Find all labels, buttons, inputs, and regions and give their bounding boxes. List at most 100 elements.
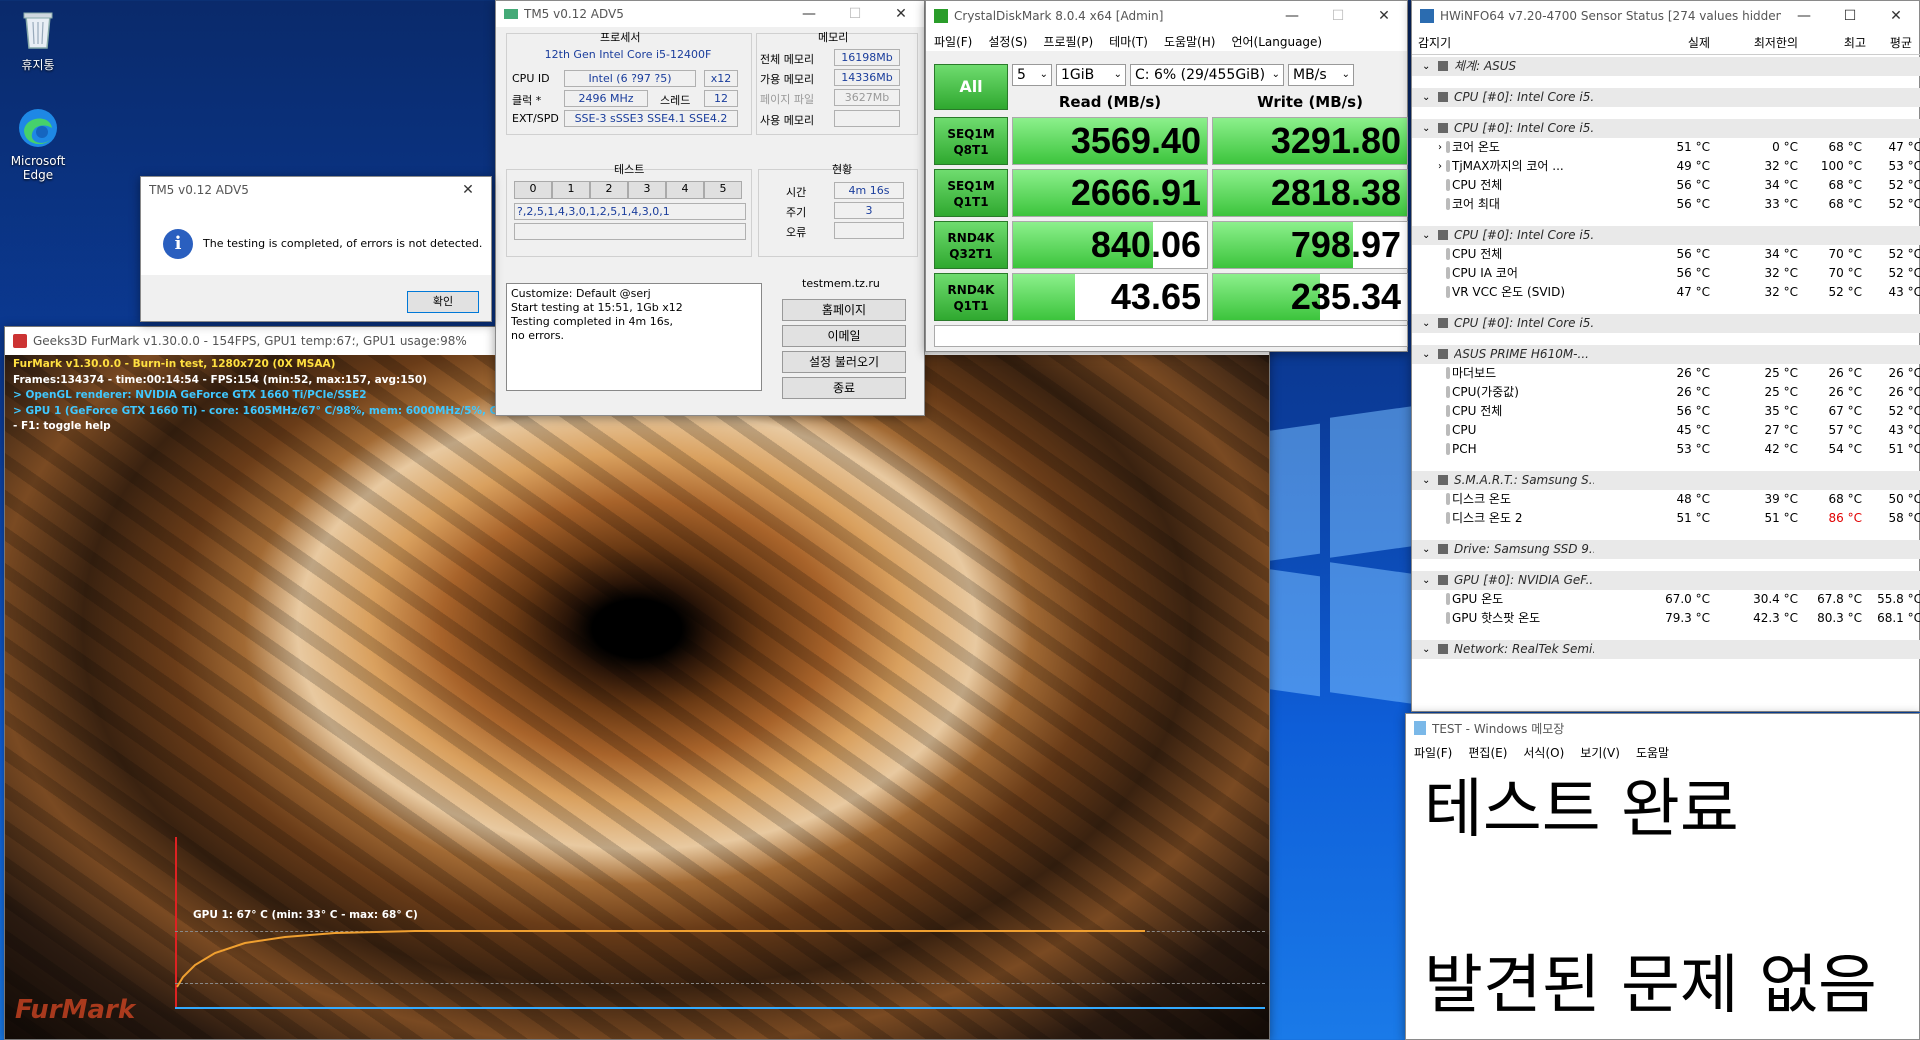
sensor-name: GPU 온도: [1452, 592, 1504, 606]
minimize-button[interactable]: —: [786, 6, 832, 22]
maximize-button[interactable]: ☐: [832, 6, 878, 22]
seq1m-q8t1-button[interactable]: SEQ1M Q8T1: [934, 117, 1008, 165]
menu-item[interactable]: 도움말(H): [1156, 33, 1224, 50]
sensor-row[interactable]: VR VCC 온도 (SVID) 47 °C 32 °C 52 °C 43 °C: [1412, 283, 1920, 302]
sensor-row[interactable]: 코어 최대 56 °C 33 °C 68 °C 52 °C: [1412, 195, 1920, 214]
chevron-down-icon[interactable]: ⌄: [1422, 57, 1430, 76]
menu-item[interactable]: 서식(O): [1515, 744, 1572, 761]
col-avg[interactable]: 평균: [1852, 31, 1912, 55]
edge-icon: [16, 106, 60, 150]
close-button[interactable]: ✕: [878, 6, 924, 22]
sensor-group-row[interactable]: ⌄ Network: RealTek Semi...: [1412, 640, 1920, 659]
cpu-id-label: CPU ID: [512, 72, 550, 85]
unit-select[interactable]: MB/s ⌄: [1288, 64, 1354, 86]
furmark-logo: FurMark: [15, 995, 136, 1025]
chevron-down-icon[interactable]: ⌄: [1422, 540, 1430, 559]
chevron-down-icon[interactable]: ⌄: [1422, 345, 1430, 364]
seq1m-q1t1-button[interactable]: SEQ1M Q1T1: [934, 169, 1008, 217]
menu-item[interactable]: 파일(F): [926, 33, 980, 50]
minimize-button[interactable]: —: [1781, 8, 1827, 24]
mem-avail-label: 가용 메모리: [760, 73, 815, 86]
menu-item[interactable]: 언어(Language): [1223, 33, 1330, 50]
test-col: 5: [704, 181, 742, 199]
desktop-icon-recycle-bin[interactable]: 휴지통: [0, 8, 76, 73]
sensor-row[interactable]: PCH 53 °C 42 °C 54 °C 51 °C: [1412, 440, 1920, 459]
chevron-down-icon[interactable]: ⌄: [1422, 571, 1430, 590]
sensor-row[interactable]: CPU IA 코어 56 °C 32 °C 70 °C 52 °C: [1412, 264, 1920, 283]
col-min[interactable]: 최저한의: [1718, 31, 1798, 55]
cdm-menubar: 파일(F) 설정(S) 프로필(P) 테마(T) 도움말(H) 언어(Langu…: [926, 31, 1407, 51]
chevron-right-icon[interactable]: ›: [1438, 157, 1442, 176]
sensor-group-row[interactable]: ⌄ Drive: Samsung SSD 9...: [1412, 540, 1920, 559]
sensor-row[interactable]: 마더보드 26 °C 25 °C 26 °C 26 °C: [1412, 364, 1920, 383]
chevron-down-icon[interactable]: ⌄: [1422, 88, 1430, 107]
maximize-button[interactable]: ☐: [1827, 8, 1873, 24]
chevron-down-icon: ⌄: [1271, 69, 1280, 80]
furmark-window: Geeks3D FurMark v1.30.0.0 - 154FPS, GPU1…: [4, 326, 1270, 1040]
menu-item[interactable]: 편집(E): [1460, 744, 1515, 761]
sensor-row[interactable]: › TjMAX까지의 코어 ... 49 °C 32 °C 100 °C 53 °C: [1412, 157, 1920, 176]
menu-item[interactable]: 설정(S): [980, 33, 1035, 50]
sensor-row[interactable]: › 코어 온도 51 °C 0 °C 68 °C 47 °C: [1412, 138, 1920, 157]
exit-button[interactable]: 종료: [782, 377, 906, 399]
sensor-row[interactable]: CPU 전체 56 °C 35 °C 67 °C 52 °C: [1412, 402, 1920, 421]
test-count-select[interactable]: 5 ⌄: [1012, 64, 1052, 86]
menu-item[interactable]: 보기(V): [1572, 744, 1628, 761]
sensor-row[interactable]: 디스크 온도 48 °C 39 °C 68 °C 50 °C: [1412, 490, 1920, 509]
close-button[interactable]: ✕: [1873, 8, 1919, 24]
load-settings-button[interactable]: 설정 불러오기: [782, 351, 906, 373]
col-sensor[interactable]: 감지기: [1418, 31, 1451, 55]
close-button[interactable]: ✕: [1361, 8, 1407, 24]
gpu-temp-graph: GPU 1: 67° C (min: 33° C - max: 68° C): [175, 837, 1265, 1037]
row-label: SEQ1M: [947, 127, 995, 141]
col-current[interactable]: 실제: [1640, 31, 1710, 55]
furmark-render-area[interactable]: FurMark v1.30.0.0 - Burn-in test, 1280x7…: [5, 355, 1269, 1039]
sensor-avg: 43 °C: [1888, 285, 1920, 299]
mem-total-label: 전체 메모리: [760, 53, 815, 66]
sensor-row[interactable]: GPU 온도 67.0 °C 30.4 °C 67.8 °C 55.8 °C: [1412, 590, 1920, 609]
rnd4k-q1t1-button[interactable]: RND4K Q1T1: [934, 273, 1008, 321]
sensor-group-row[interactable]: ⌄ CPU [#0]: Intel Core i5...: [1412, 226, 1920, 245]
sensor-group-row[interactable]: ⌄ ASUS PRIME H610M-...: [1412, 345, 1920, 364]
sensor-row[interactable]: CPU(가중값) 26 °C 25 °C 26 °C 26 °C: [1412, 383, 1920, 402]
notepad-text-area[interactable]: 테스트 완료 발견된 문제 없음: [1406, 764, 1919, 1039]
menu-item[interactable]: 파일(F): [1406, 744, 1460, 761]
sensor-row[interactable]: CPU 45 °C 27 °C 57 °C 43 °C: [1412, 421, 1920, 440]
sensor-group-row[interactable]: ⌄ CPU [#0]: Intel Core i5...: [1412, 88, 1920, 107]
sensor-row[interactable]: CPU 전체 56 °C 34 °C 68 °C 52 °C: [1412, 176, 1920, 195]
comment-field[interactable]: [934, 325, 1408, 347]
chevron-down-icon[interactable]: ⌄: [1422, 471, 1430, 490]
chevron-down-icon[interactable]: ⌄: [1422, 226, 1430, 245]
rnd4k-q32t1-button[interactable]: RND4K Q32T1: [934, 221, 1008, 269]
sensor-row[interactable]: 디스크 온도 2 51 °C 51 °C 86 °C 58 °C: [1412, 509, 1920, 528]
minimize-button[interactable]: —: [1269, 8, 1315, 24]
chevron-down-icon[interactable]: ⌄: [1422, 640, 1430, 659]
maximize-button[interactable]: ☐: [1315, 8, 1361, 24]
log-box[interactable]: Customize: Default @serj Start testing a…: [506, 283, 762, 391]
email-button[interactable]: 이메일: [782, 325, 906, 347]
homepage-button[interactable]: 홈페이지: [782, 299, 906, 321]
chevron-right-icon[interactable]: ›: [1438, 138, 1442, 157]
sensor-group-row[interactable]: ⌄ S.M.A.R.T.: Samsung S...: [1412, 471, 1920, 490]
drive-select[interactable]: C: 6% (29/455GiB) ⌄: [1130, 64, 1284, 86]
sensor-row[interactable]: GPU 핫스팟 온도 79.3 °C 42.3 °C 80.3 °C 68.1 °C: [1412, 609, 1920, 628]
test-col: 3: [628, 181, 666, 199]
desktop-icon-edge[interactable]: Microsoft Edge: [0, 106, 76, 182]
read-result: 840.06: [1012, 221, 1208, 269]
chevron-down-icon[interactable]: ⌄: [1422, 119, 1430, 138]
menu-item[interactable]: 테마(T): [1101, 33, 1156, 50]
sensor-group-row[interactable]: ⌄ 체계: ASUS: [1412, 57, 1920, 76]
error-label: 오류: [786, 226, 807, 239]
dialog-close-button[interactable]: ✕: [445, 182, 491, 198]
chevron-down-icon[interactable]: ⌄: [1422, 314, 1430, 333]
all-button[interactable]: All: [934, 64, 1008, 110]
sensor-group-row[interactable]: ⌄ CPU [#0]: Intel Core i5...: [1412, 314, 1920, 333]
write-result: 798.97: [1212, 221, 1408, 269]
test-size-select[interactable]: 1GiB ⌄: [1056, 64, 1126, 86]
dialog-ok-button[interactable]: 확인: [407, 291, 479, 313]
menu-item[interactable]: 프로필(P): [1035, 33, 1101, 50]
sensor-group-row[interactable]: ⌄ CPU [#0]: Intel Core i5...: [1412, 119, 1920, 138]
sensor-group-row[interactable]: ⌄ GPU [#0]: NVIDIA GeF...: [1412, 571, 1920, 590]
menu-item[interactable]: 도움말: [1628, 744, 1677, 761]
sensor-row[interactable]: CPU 전체 56 °C 34 °C 70 °C 52 °C: [1412, 245, 1920, 264]
